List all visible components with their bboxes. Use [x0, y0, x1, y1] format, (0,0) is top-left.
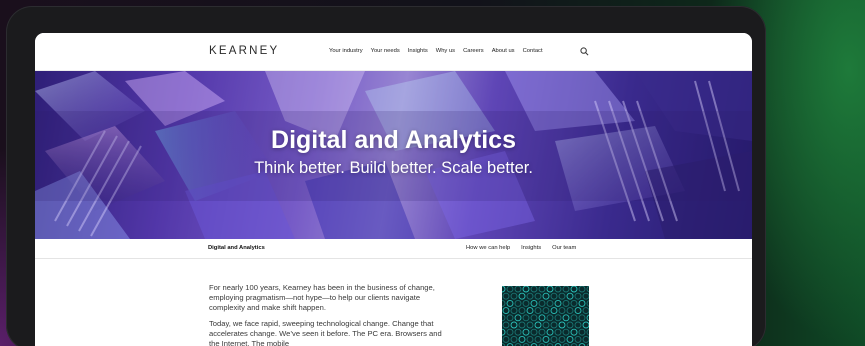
nav-why-us[interactable]: Why us	[436, 48, 455, 54]
nav-careers[interactable]: Careers	[463, 48, 484, 54]
nav-about-us[interactable]: About us	[492, 48, 515, 54]
tablet-device: KEARNEY Your industry Your needs Insight…	[6, 6, 766, 346]
section-subnav: Digital and Analytics How we can help In…	[35, 239, 752, 259]
intro-text: For nearly 100 years, Kearney has been i…	[209, 283, 444, 346]
subnav-insights[interactable]: Insights	[521, 245, 541, 251]
site-header: KEARNEY Your industry Your needs Insight…	[35, 33, 752, 71]
nav-your-needs[interactable]: Your needs	[371, 48, 400, 54]
search-icon[interactable]	[580, 47, 589, 56]
subnav-title: Digital and Analytics	[208, 245, 265, 251]
nav-insights[interactable]: Insights	[408, 48, 428, 54]
nav-contact[interactable]: Contact	[523, 48, 543, 54]
intro-paragraph: For nearly 100 years, Kearney has been i…	[209, 283, 435, 312]
hexagon-pattern-image	[502, 286, 589, 346]
hero-title: Digital and Analytics	[271, 126, 516, 154]
kearney-logo[interactable]: KEARNEY	[209, 45, 279, 57]
browser-screen: KEARNEY Your industry Your needs Insight…	[35, 33, 752, 346]
hero-crystal-image	[35, 71, 752, 239]
intro-paragraph: Today, we face rapid, sweeping technolog…	[209, 319, 442, 346]
subnav-how-we-can-help[interactable]: How we can help	[466, 245, 510, 251]
subnav-our-team[interactable]: Our team	[552, 245, 576, 251]
main-nav: Your industry Your needs Insights Why us…	[329, 48, 543, 54]
subnav-links: How we can help Insights Our team	[466, 245, 576, 251]
hero-banner: Digital and Analytics Think better. Buil…	[35, 71, 752, 239]
hero-subtitle: Think better. Build better. Scale better…	[254, 159, 533, 177]
nav-your-industry[interactable]: Your industry	[329, 48, 363, 54]
